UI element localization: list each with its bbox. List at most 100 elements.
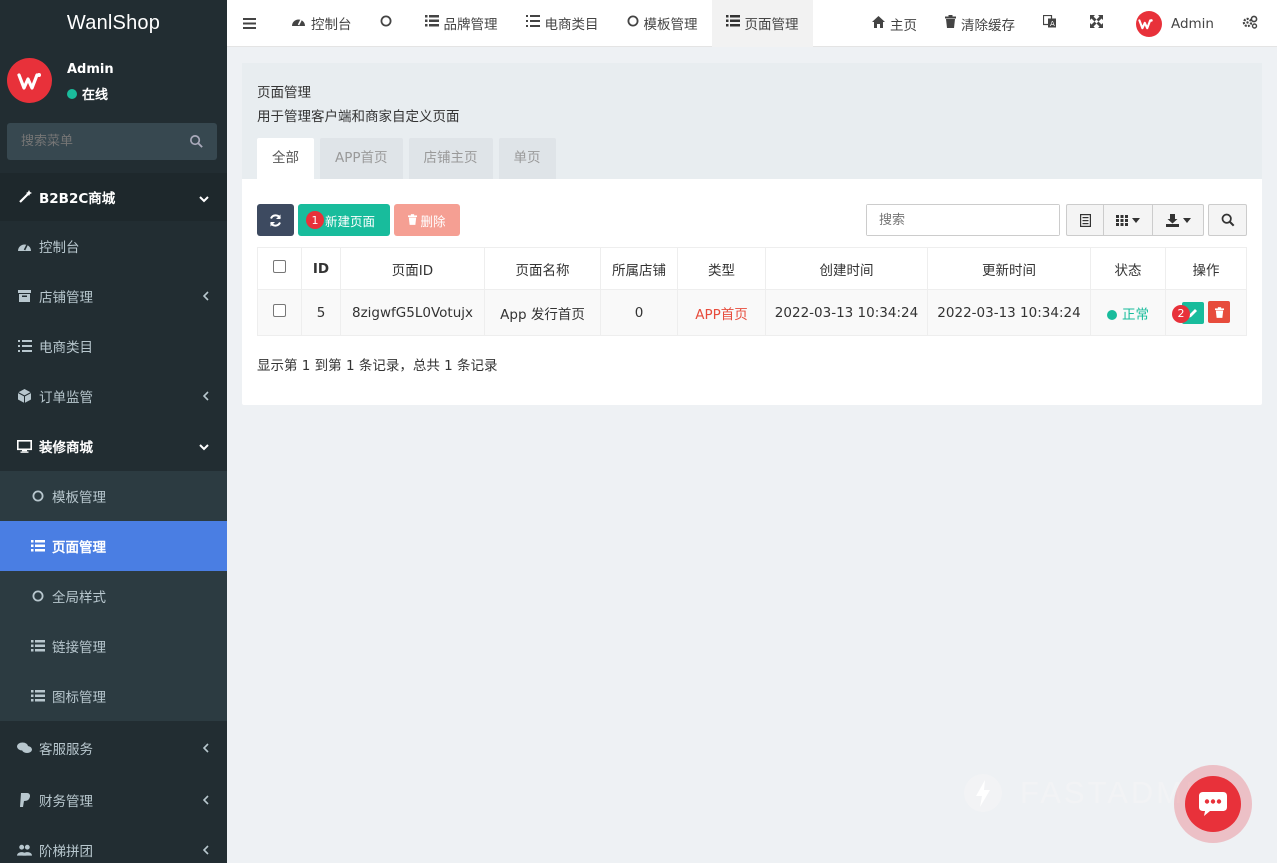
tab-brand[interactable]: 品牌管理 — [411, 0, 512, 47]
list-icon — [30, 639, 45, 654]
cell-updated: 2022-03-13 10:34:24 — [927, 289, 1091, 336]
pages-table: ID 页面ID 页面名称 所属店铺 类型 创建时间 更新时间 状态 操作 5 8… — [257, 247, 1247, 336]
status-text: 在线 — [82, 88, 109, 103]
toggle-view-button[interactable] — [1067, 205, 1104, 235]
clear-cache-button[interactable]: 清除缓存 — [931, 0, 1029, 47]
sidebar-item-label: 装修商城 — [39, 440, 93, 456]
sidebar-item-decorate[interactable]: 装修商城 — [0, 421, 227, 471]
search-icon[interactable] — [189, 134, 204, 149]
columns-button[interactable] — [1104, 205, 1153, 235]
table-row: 5 8zigwfG5L0Votujx App 发行首页 0 APP首页 2022… — [257, 289, 1247, 336]
tab-single-page[interactable]: 单页 — [498, 138, 556, 179]
tab-label: 电商类目 — [544, 17, 599, 33]
cell-status[interactable]: 正常 — [1090, 289, 1166, 336]
cell-created: 2022-03-13 10:34:24 — [765, 289, 928, 336]
pagination-info: 显示第 1 到第 1 条记录，总共 1 条记录 — [257, 358, 498, 374]
search-button[interactable] — [1208, 204, 1247, 236]
chat-bubble-icon — [1199, 792, 1227, 816]
tab-app-home[interactable]: APP首页 — [320, 138, 403, 179]
select-all-checkbox[interactable] — [273, 260, 286, 273]
col-header-page-id[interactable]: 页面ID — [340, 247, 485, 290]
tab-all[interactable]: 全部 — [257, 138, 314, 179]
circle-icon — [30, 489, 45, 504]
cell-type[interactable]: APP首页 — [677, 289, 766, 336]
delete-button[interactable]: 删除 — [394, 204, 460, 236]
col-header-type[interactable]: 类型 — [677, 247, 766, 290]
admin-menu[interactable]: Admin — [1122, 0, 1234, 47]
row-checkbox[interactable] — [273, 304, 286, 317]
row-delete-button[interactable] — [1208, 301, 1230, 324]
sidebar-item-dashboard[interactable]: 控制台 — [0, 221, 227, 271]
page-description: 用于管理客户端和商家自定义页面 — [257, 109, 460, 125]
user-name: Admin — [67, 62, 114, 77]
comments-icon — [17, 741, 32, 756]
refresh-button[interactable] — [257, 204, 294, 236]
table-search — [866, 204, 1060, 236]
filter-tabs: 全部 APP首页 店铺主页 单页 — [257, 138, 562, 179]
col-header-operate: 操作 — [1165, 247, 1247, 290]
tab-category[interactable]: 电商类目 — [512, 0, 613, 47]
fullscreen-button[interactable] — [1076, 0, 1122, 47]
home-icon — [871, 15, 890, 32]
sidebar-item-global-style[interactable]: 全局样式 — [0, 571, 227, 621]
tab-label: 品牌管理 — [443, 17, 498, 33]
sidebar-item-label: 全局样式 — [52, 590, 106, 606]
desktop-icon — [17, 439, 32, 454]
col-header-shop[interactable]: 所属店铺 — [600, 247, 678, 290]
sidebar-item-label: B2B2C商城 — [39, 191, 116, 207]
export-button[interactable] — [1153, 205, 1203, 235]
table-header-row: ID 页面ID 页面名称 所属店铺 类型 创建时间 更新时间 状态 操作 — [257, 247, 1247, 290]
sidebar-item-orders[interactable]: 订单监管 — [0, 371, 227, 421]
table-search-input[interactable] — [867, 205, 1059, 235]
edit-button[interactable]: 2 — [1172, 301, 1204, 324]
list-icon — [725, 15, 745, 31]
chevron-left-icon — [202, 390, 209, 404]
sidebar-item-finance[interactable]: 财务管理 — [0, 775, 227, 825]
sidebar-item-links[interactable]: 链接管理 — [0, 621, 227, 671]
add-page-button[interactable]: 1 新建页面 — [298, 204, 390, 236]
home-link[interactable]: 主页 — [858, 0, 931, 47]
magic-wand-icon — [17, 190, 32, 205]
sidebar-toggle[interactable] — [227, 0, 277, 47]
sidebar-item-b2b2c[interactable]: B2B2C商城 — [0, 173, 227, 221]
tab-shop-home[interactable]: 店铺主页 — [408, 138, 493, 179]
dashboard-icon — [291, 15, 311, 31]
sidebar-item-label: 控制台 — [39, 240, 80, 256]
col-header-name[interactable]: 页面名称 — [484, 247, 601, 290]
sidebar-item-icons[interactable]: 图标管理 — [0, 671, 227, 721]
settings-button[interactable] — [1234, 0, 1277, 47]
sidebar-item-page-manage[interactable]: 页面管理 — [0, 521, 227, 571]
sidebar-item-service[interactable]: 客服服务 — [0, 721, 227, 775]
fastadmin-logo-icon — [964, 774, 1002, 812]
sidebar-item-label: 模板管理 — [52, 490, 106, 506]
table-tools — [1066, 204, 1204, 236]
sidebar-item-label: 订单监管 — [39, 390, 93, 406]
circle-icon — [627, 15, 644, 31]
caret-down-icon — [1132, 217, 1140, 223]
sidebar-item-category[interactable]: 电商类目 — [0, 321, 227, 371]
col-header-status[interactable]: 状态 — [1090, 247, 1166, 290]
menu-search-input[interactable] — [7, 123, 177, 160]
tab-blank[interactable] — [366, 0, 411, 47]
caret-down-icon — [1182, 217, 1191, 223]
gears-icon — [1242, 15, 1263, 33]
grid-icon — [1116, 214, 1128, 226]
sidebar-menu: B2B2C商城 控制台 店铺管理 电商类目 订单监管 装修商城 模板管理 页面管… — [0, 173, 227, 863]
language-button[interactable]: A — [1029, 0, 1076, 47]
tab-label: 控制台 — [311, 17, 352, 33]
sidebar-item-template[interactable]: 模板管理 — [0, 471, 227, 521]
col-header-id[interactable]: ID — [301, 247, 341, 290]
sidebar-item-shop[interactable]: 店铺管理 — [0, 271, 227, 321]
col-header-created[interactable]: 创建时间 — [765, 247, 928, 290]
tab-dashboard[interactable]: 控制台 — [277, 0, 366, 47]
avatar — [7, 58, 52, 103]
tab-template[interactable]: 模板管理 — [613, 0, 712, 47]
col-header-updated[interactable]: 更新时间 — [927, 247, 1091, 290]
sidebar-item-group-buy[interactable]: 阶梯拼团 — [0, 825, 227, 863]
list-icon — [424, 15, 444, 31]
sidebar-item-label: 财务管理 — [39, 794, 93, 810]
chat-button[interactable] — [1174, 765, 1252, 843]
wanl-logo-icon — [16, 72, 41, 90]
tab-page-manage[interactable]: 页面管理 — [711, 0, 813, 47]
brand-logo[interactable]: WanlShop — [0, 0, 227, 47]
